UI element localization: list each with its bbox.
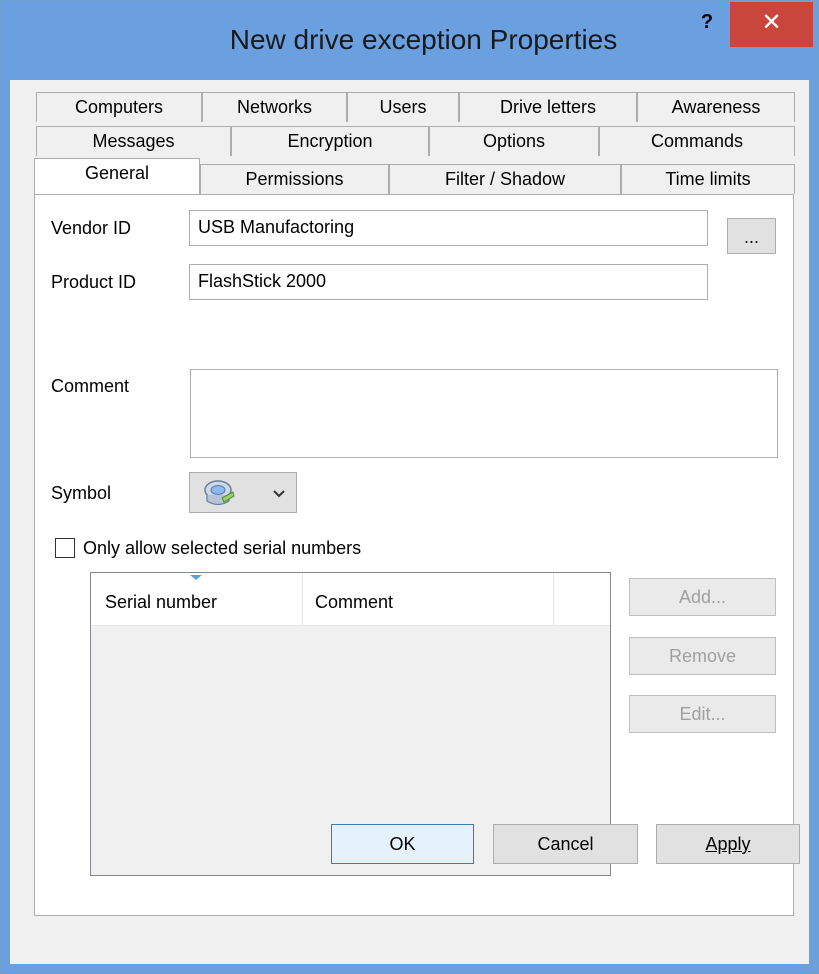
ok-button[interactable]: OK xyxy=(331,824,474,864)
tab-general[interactable]: General xyxy=(34,158,200,194)
list-header: Serial number Comment xyxy=(91,573,610,626)
browse-vendor-button[interactable]: ... xyxy=(727,218,776,254)
tab-drive-letters[interactable]: Drive letters xyxy=(459,92,637,122)
cancel-button[interactable]: Cancel xyxy=(493,824,638,864)
only-allow-serial-label[interactable]: Only allow selected serial numbers xyxy=(83,538,361,559)
comment-field[interactable] xyxy=(190,369,778,458)
tab-permissions[interactable]: Permissions xyxy=(200,164,389,194)
tab-encryption[interactable]: Encryption xyxy=(231,126,429,156)
tab-time-limits[interactable]: Time limits xyxy=(621,164,795,194)
symbol-label: Symbol xyxy=(51,483,112,503)
column-filler xyxy=(554,573,610,625)
column-serial-number[interactable]: Serial number xyxy=(91,573,303,625)
tab-commands[interactable]: Commands xyxy=(599,126,795,156)
vendor-id-field[interactable]: USB Manufactoring xyxy=(189,210,708,246)
tab-messages[interactable]: Messages xyxy=(36,126,231,156)
close-icon: ✕ xyxy=(761,9,782,36)
tab-networks[interactable]: Networks xyxy=(202,92,347,122)
tab-options[interactable]: Options xyxy=(429,126,599,156)
help-button[interactable]: ? xyxy=(687,9,727,39)
tab-users[interactable]: Users xyxy=(347,92,459,122)
comment-label: Comment xyxy=(51,376,130,396)
tab-awareness[interactable]: Awareness xyxy=(637,92,795,122)
product-id-label: Product ID xyxy=(51,272,137,292)
chevron-down-icon xyxy=(273,490,285,498)
tab-filter-shadow[interactable]: Filter / Shadow xyxy=(389,164,621,194)
remove-button[interactable]: Remove xyxy=(629,637,776,675)
product-id-field[interactable]: FlashStick 2000 xyxy=(189,264,708,300)
tab-computers[interactable]: Computers xyxy=(36,92,202,122)
close-button[interactable]: ✕ xyxy=(730,2,813,47)
title-bar[interactable]: New drive exception Properties ? ✕ xyxy=(1,1,818,81)
apply-button[interactable]: Apply xyxy=(656,824,800,864)
column-comment[interactable]: Comment xyxy=(303,573,554,625)
only-allow-serial-checkbox[interactable] xyxy=(55,538,75,558)
drive-icon xyxy=(204,480,235,506)
add-button[interactable]: Add... xyxy=(629,578,776,616)
symbol-dropdown[interactable] xyxy=(189,472,297,513)
vendor-id-label: Vendor ID xyxy=(51,218,132,238)
edit-button[interactable]: Edit... xyxy=(629,695,776,733)
